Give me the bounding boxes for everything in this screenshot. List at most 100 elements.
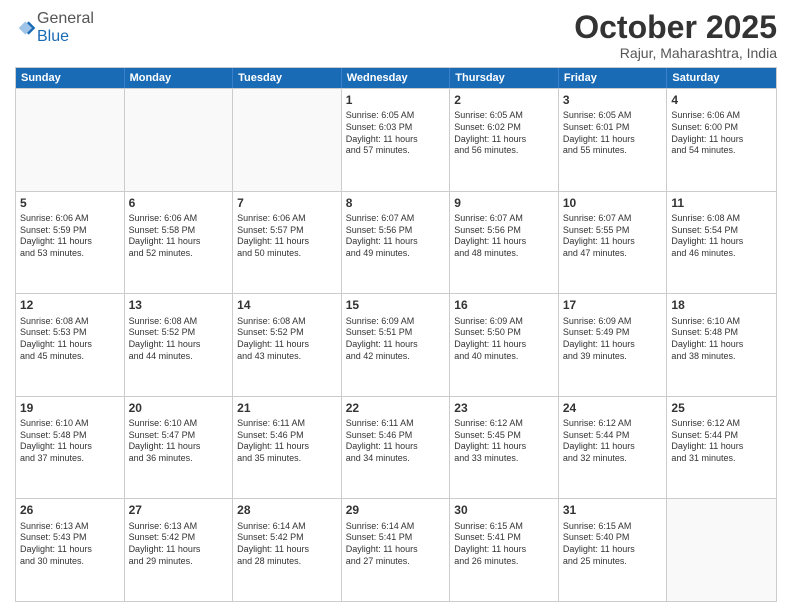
header-day-sunday: Sunday [16,68,125,88]
day-info: Sunrise: 6:06 AM Sunset: 6:00 PM Dayligh… [671,110,772,157]
day-info: Sunrise: 6:10 AM Sunset: 5:48 PM Dayligh… [20,418,120,465]
day-6: 6Sunrise: 6:06 AM Sunset: 5:58 PM Daylig… [125,192,234,294]
day-number: 13 [129,297,229,313]
day-14: 14 Sunrise: 6:08 AM Sunset: 5:52 PM Dayli… [233,294,342,396]
day-number: 4 [671,92,772,108]
day-31: 31Sunrise: 6:15 AM Sunset: 5:40 PM Dayli… [559,499,668,601]
day-number: 28 [237,502,337,518]
day-number: 19 [20,400,120,416]
month-title: October 2025 [574,10,777,45]
day-26: 26Sunrise: 6:13 AM Sunset: 5:43 PM Dayli… [16,499,125,601]
day-number: 18 [671,297,772,313]
day-number: 3 [563,92,663,108]
header: General Blue October 2025 Rajur, Maharas… [15,10,777,61]
day-number: 1 [346,92,446,108]
day-info: Sunrise: 6:12 AM Sunset: 5:44 PM Dayligh… [563,418,663,465]
day-number: 23 [454,400,554,416]
day-7: 7 Sunrise: 6:06 AM Sunset: 5:57 PM Daylig… [233,192,342,294]
day-17: 17 Sunrise: 6:09 AM Sunset: 5:49 PM Dayli… [559,294,668,396]
day-info: Sunrise: 6:14 AM Sunset: 5:42 PM Dayligh… [237,521,337,568]
day-25: 25Sunrise: 6:12 AM Sunset: 5:44 PM Dayli… [667,397,776,499]
day-info: Sunrise: 6:11 AM Sunset: 5:46 PM Dayligh… [346,418,446,465]
day-24: 24 Sunrise: 6:12 AM Sunset: 5:44 PM Dayli… [559,397,668,499]
week-3: 12Sunrise: 6:08 AM Sunset: 5:53 PM Dayli… [16,293,776,396]
day-number: 10 [563,195,663,211]
header-day-wednesday: Wednesday [342,68,451,88]
day-info: Sunrise: 6:07 AM Sunset: 5:56 PM Dayligh… [346,213,446,260]
day-info: Sunrise: 6:09 AM Sunset: 5:50 PM Dayligh… [454,316,554,363]
day-2: 2Sunrise: 6:05 AM Sunset: 6:02 PM Daylig… [450,89,559,191]
day-15: 15 Sunrise: 6:09 AM Sunset: 5:51 PM Dayli… [342,294,451,396]
day-28: 28 Sunrise: 6:14 AM Sunset: 5:42 PM Dayli… [233,499,342,601]
day-number: 7 [237,195,337,211]
day-info: Sunrise: 6:08 AM Sunset: 5:52 PM Dayligh… [237,316,337,363]
day-12: 12Sunrise: 6:08 AM Sunset: 5:53 PM Dayli… [16,294,125,396]
day-info: Sunrise: 6:12 AM Sunset: 5:44 PM Dayligh… [671,418,772,465]
day-1: 1 Sunrise: 6:05 AM Sunset: 6:03 PM Daylig… [342,89,451,191]
day-23: 23 Sunrise: 6:12 AM Sunset: 5:45 PM Dayli… [450,397,559,499]
day-info: Sunrise: 6:05 AM Sunset: 6:02 PM Dayligh… [454,110,554,157]
day-info: Sunrise: 6:08 AM Sunset: 5:54 PM Dayligh… [671,213,772,260]
day-info: Sunrise: 6:06 AM Sunset: 5:59 PM Dayligh… [20,213,120,260]
day-info: Sunrise: 6:05 AM Sunset: 6:01 PM Dayligh… [563,110,663,157]
day-info: Sunrise: 6:15 AM Sunset: 5:40 PM Dayligh… [563,521,663,568]
day-info: Sunrise: 6:08 AM Sunset: 5:52 PM Dayligh… [129,316,229,363]
day-number: 22 [346,400,446,416]
header-day-saturday: Saturday [667,68,776,88]
day-info: Sunrise: 6:13 AM Sunset: 5:42 PM Dayligh… [129,521,229,568]
day-info: Sunrise: 6:05 AM Sunset: 6:03 PM Dayligh… [346,110,446,157]
day-number: 14 [237,297,337,313]
day-info: Sunrise: 6:06 AM Sunset: 5:57 PM Dayligh… [237,213,337,260]
day-number: 8 [346,195,446,211]
calendar-body: 1 Sunrise: 6:05 AM Sunset: 6:03 PM Daylig… [16,88,776,601]
logo: General Blue [15,10,94,46]
day-number: 20 [129,400,229,416]
location: Rajur, Maharashtra, India [574,45,777,61]
logo-text: General Blue [37,10,94,46]
empty-cell [125,89,234,191]
day-13: 13 Sunrise: 6:08 AM Sunset: 5:52 PM Dayli… [125,294,234,396]
day-number: 15 [346,297,446,313]
day-number: 24 [563,400,663,416]
day-30: 30Sunrise: 6:15 AM Sunset: 5:41 PM Dayli… [450,499,559,601]
day-number: 21 [237,400,337,416]
header-day-friday: Friday [559,68,668,88]
day-info: Sunrise: 6:07 AM Sunset: 5:56 PM Dayligh… [454,213,554,260]
week-2: 5 Sunrise: 6:06 AM Sunset: 5:59 PM Daylig… [16,191,776,294]
logo-general: General [37,10,94,27]
header-day-thursday: Thursday [450,68,559,88]
day-number: 29 [346,502,446,518]
day-number: 5 [20,195,120,211]
day-4: 4 Sunrise: 6:06 AM Sunset: 6:00 PM Daylig… [667,89,776,191]
logo-icon [17,18,37,38]
header-day-tuesday: Tuesday [233,68,342,88]
week-4: 19 Sunrise: 6:10 AM Sunset: 5:48 PM Dayli… [16,396,776,499]
day-number: 11 [671,195,772,211]
day-number: 12 [20,297,120,313]
day-info: Sunrise: 6:13 AM Sunset: 5:43 PM Dayligh… [20,521,120,568]
day-info: Sunrise: 6:09 AM Sunset: 5:51 PM Dayligh… [346,316,446,363]
calendar: SundayMondayTuesdayWednesdayThursdayFrid… [15,67,777,602]
day-16: 16 Sunrise: 6:09 AM Sunset: 5:50 PM Dayli… [450,294,559,396]
day-number: 9 [454,195,554,211]
header-day-monday: Monday [125,68,234,88]
day-number: 16 [454,297,554,313]
day-info: Sunrise: 6:09 AM Sunset: 5:49 PM Dayligh… [563,316,663,363]
day-10: 10 Sunrise: 6:07 AM Sunset: 5:55 PM Dayli… [559,192,668,294]
day-info: Sunrise: 6:14 AM Sunset: 5:41 PM Dayligh… [346,521,446,568]
week-5: 26Sunrise: 6:13 AM Sunset: 5:43 PM Dayli… [16,498,776,601]
empty-cell [667,499,776,601]
page: General Blue October 2025 Rajur, Maharas… [0,0,792,612]
day-number: 17 [563,297,663,313]
logo-blue: Blue [37,28,69,45]
day-info: Sunrise: 6:07 AM Sunset: 5:55 PM Dayligh… [563,213,663,260]
day-number: 27 [129,502,229,518]
day-info: Sunrise: 6:06 AM Sunset: 5:58 PM Dayligh… [129,213,229,260]
day-11: 11 Sunrise: 6:08 AM Sunset: 5:54 PM Dayli… [667,192,776,294]
day-8: 8 Sunrise: 6:07 AM Sunset: 5:56 PM Daylig… [342,192,451,294]
day-5: 5 Sunrise: 6:06 AM Sunset: 5:59 PM Daylig… [16,192,125,294]
title-block: October 2025 Rajur, Maharashtra, India [574,10,777,61]
day-27: 27 Sunrise: 6:13 AM Sunset: 5:42 PM Dayli… [125,499,234,601]
day-info: Sunrise: 6:12 AM Sunset: 5:45 PM Dayligh… [454,418,554,465]
day-info: Sunrise: 6:10 AM Sunset: 5:47 PM Dayligh… [129,418,229,465]
